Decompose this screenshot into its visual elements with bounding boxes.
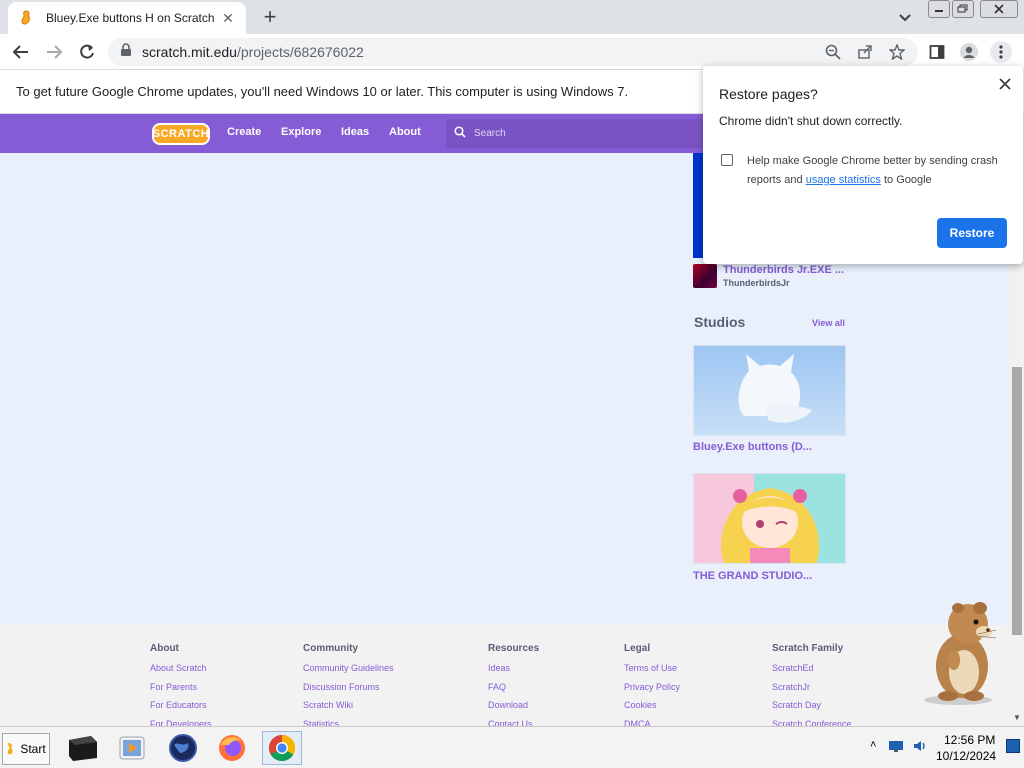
search-icon <box>454 125 466 143</box>
remix-thumbnail[interactable] <box>693 264 717 288</box>
forward-icon[interactable] <box>43 41 65 63</box>
footer-link[interactable]: For Educators <box>150 700 212 719</box>
crash-report-label: Help make Google Chrome better by sendin… <box>747 152 1009 190</box>
footer-col-resources: Resources Ideas FAQ Download Contact Us <box>488 643 539 737</box>
search-placeholder: Search <box>474 128 506 139</box>
hamster-desktop-pet <box>918 600 998 706</box>
footer-link[interactable]: Terms of Use <box>624 663 680 682</box>
studio-title-1[interactable]: Bluey.Exe buttons (D... <box>693 441 812 453</box>
tab-active[interactable]: Bluey.Exe buttons H on Scratch ✕ <box>8 2 246 34</box>
footer-heading: About <box>150 643 179 654</box>
start-label: Start <box>20 742 46 756</box>
footer-col-family: Scratch Family ScratchEd ScratchJr Scrat… <box>772 643 852 737</box>
url-path: /projects/682676022 <box>236 44 364 60</box>
maximize-button[interactable] <box>952 0 974 18</box>
cmd-icon[interactable] <box>62 731 102 765</box>
minimize-button[interactable] <box>928 0 950 18</box>
scratch-logo[interactable]: SCRATCH <box>152 123 210 145</box>
zoom-icon[interactable] <box>824 43 842 61</box>
chrome-icon[interactable] <box>262 731 302 765</box>
footer-col-community: Community Community Guidelines Discussio… <box>303 643 394 737</box>
footer-link[interactable]: Ideas <box>488 663 539 682</box>
footer-link[interactable]: About Scratch <box>150 663 212 682</box>
footer-link[interactable]: FAQ <box>488 682 539 701</box>
dialog-message: Chrome didn't shut down correctly. <box>719 114 903 128</box>
dialog-title: Restore pages? <box>719 86 818 102</box>
new-tab-button[interactable]: + <box>258 4 282 29</box>
footer-link[interactable]: Scratch Wiki <box>303 700 394 719</box>
network-icon[interactable] <box>888 739 904 753</box>
studio-thumbnail-1[interactable] <box>693 345 846 436</box>
remix-title[interactable]: Thunderbirds Jr.EXE ... <box>723 264 844 276</box>
dialog-close-icon[interactable] <box>995 74 1015 94</box>
globe-icon[interactable] <box>163 731 203 765</box>
footer-link[interactable]: Discussion Forums <box>303 682 394 701</box>
studio-thumbnail-2[interactable] <box>693 473 846 564</box>
tab-search-chevron-icon[interactable] <box>896 8 914 26</box>
start-button[interactable]: Start <box>2 733 50 765</box>
nav-ideas[interactable]: Ideas <box>341 126 369 138</box>
footer-heading: Legal <box>624 643 651 654</box>
footer-col-about: About About Scratch For Parents For Educ… <box>150 643 212 737</box>
windows-flag-icon <box>6 742 16 756</box>
footer-heading: Resources <box>488 643 540 654</box>
tab-title: Bluey.Exe buttons H on Scratch <box>46 11 215 25</box>
footer-heading: Scratch Family <box>772 643 844 654</box>
close-window-button[interactable] <box>980 0 1018 18</box>
profile-avatar-icon[interactable] <box>958 41 980 63</box>
reload-icon[interactable] <box>76 41 98 63</box>
nav-explore[interactable]: Explore <box>281 126 321 138</box>
restore-button[interactable]: Restore <box>937 218 1007 248</box>
consent-text-after: to Google <box>880 174 932 186</box>
tab-strip: Bluey.Exe buttons H on Scratch ✕ + <box>0 0 1024 34</box>
menu-kebab-icon[interactable] <box>990 41 1012 63</box>
url-text: scratch.mit.edu/projects/682676022 <box>142 44 364 60</box>
scratch-footer: About About Scratch For Parents For Educ… <box>0 625 1010 729</box>
footer-link[interactable]: Privacy Policy <box>624 682 680 701</box>
address-bar[interactable]: scratch.mit.edu/projects/682676022 <box>108 38 918 66</box>
footer-heading: Community <box>303 643 358 654</box>
share-icon[interactable] <box>856 43 874 61</box>
footer-link[interactable]: ScratchEd <box>772 663 852 682</box>
scroll-down-arrow-icon[interactable]: ▼ <box>1013 713 1021 722</box>
scratch-search-input[interactable]: Search <box>446 119 710 148</box>
firefox-icon[interactable] <box>212 731 252 765</box>
studios-heading: Studios <box>694 314 746 330</box>
clock-time[interactable]: 12:56 PM <box>944 733 995 747</box>
restore-pages-dialog: Restore pages? Chrome didn't shut down c… <box>703 66 1023 264</box>
side-panel-icon[interactable] <box>926 41 948 63</box>
clock-date[interactable]: 10/12/2024 <box>936 749 996 763</box>
volume-icon[interactable] <box>912 739 928 753</box>
footer-col-legal: Legal Terms of Use Privacy Policy Cookie… <box>624 643 680 737</box>
nav-create[interactable]: Create <box>227 126 261 138</box>
crash-report-checkbox[interactable] <box>721 154 733 166</box>
media-player-icon[interactable] <box>112 731 152 765</box>
url-domain: scratch.mit.edu <box>142 44 237 60</box>
scrollbar-thumb[interactable] <box>1012 367 1022 635</box>
footer-link[interactable]: For Parents <box>150 682 212 701</box>
footer-link[interactable]: Download <box>488 700 539 719</box>
footer-link[interactable]: Cookies <box>624 700 680 719</box>
tray-expand-icon[interactable]: ˄ <box>870 739 876 751</box>
scratch-favicon-icon <box>18 10 34 26</box>
browser-toolbar: scratch.mit.edu/projects/682676022 <box>0 34 1024 70</box>
nav-about[interactable]: About <box>389 126 421 138</box>
remix-author[interactable]: ThunderbirdsJr <box>723 278 790 288</box>
usage-statistics-link[interactable]: usage statistics <box>806 174 881 186</box>
back-icon[interactable] <box>10 41 32 63</box>
project-card-edge <box>693 153 703 258</box>
footer-link[interactable]: Community Guidelines <box>303 663 394 682</box>
tab-close-icon[interactable]: ✕ <box>220 10 236 26</box>
footer-link[interactable]: Scratch Day <box>772 700 852 719</box>
infobar-text: To get future Google Chrome updates, you… <box>16 84 629 99</box>
lock-icon[interactable] <box>120 42 132 62</box>
bookmark-star-icon[interactable] <box>888 43 906 61</box>
show-desktop-button[interactable] <box>1006 739 1020 753</box>
studio-title-2[interactable]: THE GRAND STUDIO... <box>693 570 812 582</box>
footer-link[interactable]: ScratchJr <box>772 682 852 701</box>
windows-taskbar: Start ˄ 12:56 PM 10/12/2024 <box>0 726 1024 768</box>
view-all-link[interactable]: View all <box>812 318 845 328</box>
